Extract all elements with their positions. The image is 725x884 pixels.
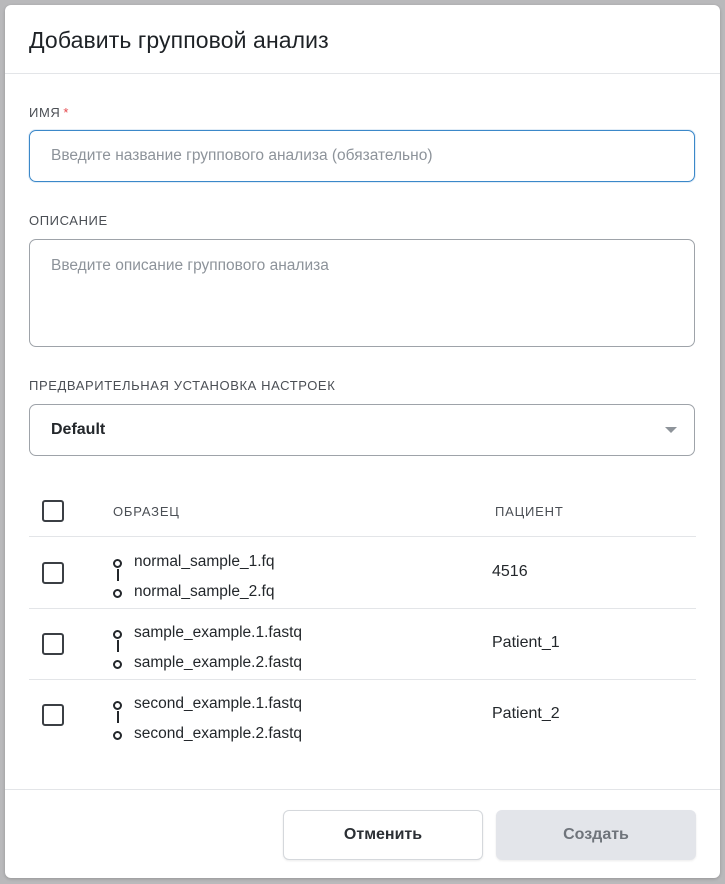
- description-label: Описание: [29, 213, 108, 228]
- pair-link-icon: [116, 711, 119, 723]
- table-row: second_example.1.fastq second_example.2.…: [29, 679, 695, 750]
- cancel-button[interactable]: Отменить: [283, 810, 483, 860]
- name-input[interactable]: [29, 130, 695, 182]
- pair-node-icon: [113, 701, 122, 710]
- sample-file-1: second_example.1.fastq: [134, 695, 303, 712]
- patient-cell: Patient_2: [492, 705, 560, 722]
- pair-node-icon: [113, 630, 122, 639]
- sample-file-2: sample_example.2.fastq: [134, 654, 303, 671]
- table-row: normal_sample_1.fq normal_sample_2.fq 45…: [29, 537, 695, 608]
- select-all-checkbox[interactable]: [42, 500, 64, 522]
- dialog-title: Добавить групповой анализ: [29, 27, 329, 53]
- preset-selected-value: Default: [51, 421, 106, 438]
- required-mark: *: [63, 105, 70, 120]
- create-button[interactable]: Создать: [496, 810, 696, 860]
- sample-file-2: second_example.2.fastq: [134, 725, 303, 742]
- sample-file-1: normal_sample_1.fq: [134, 553, 275, 570]
- row-checkbox[interactable]: [42, 704, 64, 726]
- pair-node-icon: [113, 589, 122, 598]
- pair-link-icon: [116, 569, 119, 581]
- table-row: sample_example.1.fastq sample_example.2.…: [29, 608, 695, 679]
- preset-select[interactable]: Default: [29, 404, 695, 456]
- pair-node-icon: [113, 731, 122, 740]
- description-textarea[interactable]: [29, 239, 695, 347]
- sample-file-2: normal_sample_2.fq: [134, 583, 275, 600]
- row-checkbox[interactable]: [42, 633, 64, 655]
- chevron-down-icon: [665, 427, 677, 433]
- name-label: Имя *: [29, 105, 70, 120]
- footer-divider: [5, 789, 720, 790]
- pair-link-icon: [116, 640, 119, 652]
- sample-file-1: sample_example.1.fastq: [134, 624, 303, 641]
- preset-label: Предварительная установка настроек: [29, 378, 336, 393]
- patient-cell: 4516: [492, 563, 528, 580]
- patient-cell: Patient_1: [492, 634, 560, 651]
- pair-node-icon: [113, 559, 122, 568]
- add-group-analysis-dialog: Добавить групповой анализ Имя* Описание …: [5, 5, 720, 878]
- column-header-sample: Образец: [113, 504, 180, 519]
- row-checkbox[interactable]: [42, 562, 64, 584]
- pair-node-icon: [113, 660, 122, 669]
- column-header-patient: Пациент: [495, 504, 564, 519]
- header-divider: [5, 73, 720, 74]
